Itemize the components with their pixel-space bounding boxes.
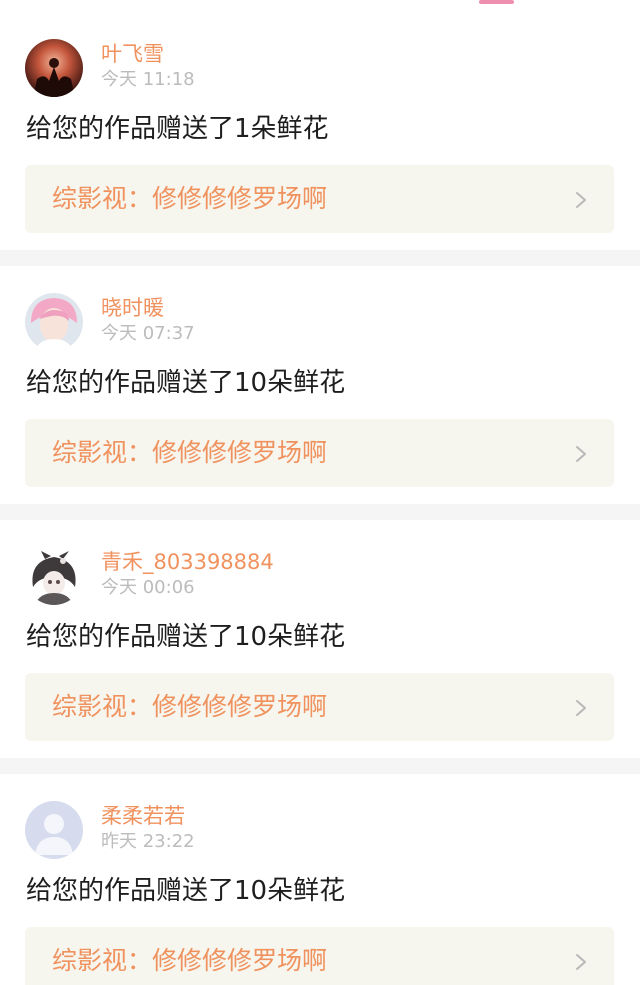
notification-card: 青禾_803398884 今天 00:06 给您的作品赠送了10朵鲜花 综影视：… [0,508,640,741]
notification-card: 柔柔若若 昨天 23:22 给您的作品赠送了10朵鲜花 综影视：修修修修罗场啊 [0,762,640,985]
avatar-night-scene-icon[interactable] [25,39,83,97]
gift-notifications-page: 叶飞雪 今天 11:18 给您的作品赠送了1朵鲜花 综影视：修修修修罗场啊 晓时… [0,0,640,985]
gift-message: 给您的作品赠送了1朵鲜花 [26,114,329,144]
work-title: 综影视：修修修修罗场啊 [52,438,328,467]
work-link[interactable]: 综影视：修修修修罗场啊 [25,673,614,741]
username[interactable]: 晓时暖 [101,294,164,322]
avatar-anime-character-icon[interactable] [25,547,83,605]
chevron-right-icon [576,954,586,970]
username[interactable]: 青禾_803398884 [101,548,274,576]
notification-card: 晓时暖 今天 07:37 给您的作品赠送了10朵鲜花 综影视：修修修修罗场啊 [0,254,640,487]
work-link[interactable]: 综影视：修修修修罗场啊 [25,165,614,233]
gift-message: 给您的作品赠送了10朵鲜花 [26,622,346,652]
avatar-default-user-icon[interactable] [25,801,83,859]
work-title: 综影视：修修修修罗场啊 [52,946,328,975]
work-title: 综影视：修修修修罗场啊 [52,692,328,721]
avatar-pink-hair-portrait-icon[interactable] [25,293,83,351]
work-link[interactable]: 综影视：修修修修罗场啊 [25,927,614,985]
timestamp: 今天 00:06 [101,577,195,598]
work-link[interactable]: 综影视：修修修修罗场啊 [25,419,614,487]
work-title: 综影视：修修修修罗场啊 [52,184,328,213]
gift-message: 给您的作品赠送了10朵鲜花 [26,876,346,906]
username[interactable]: 叶飞雪 [101,40,164,68]
timestamp: 今天 07:37 [101,323,195,344]
timestamp: 昨天 23:22 [101,831,195,852]
gift-message: 给您的作品赠送了10朵鲜花 [26,368,346,398]
chevron-right-icon [576,700,586,716]
timestamp: 今天 11:18 [101,69,195,90]
username[interactable]: 柔柔若若 [101,802,185,830]
chevron-right-icon [576,446,586,462]
chevron-right-icon [576,192,586,208]
notification-card: 叶飞雪 今天 11:18 给您的作品赠送了1朵鲜花 综影视：修修修修罗场啊 [0,0,640,233]
